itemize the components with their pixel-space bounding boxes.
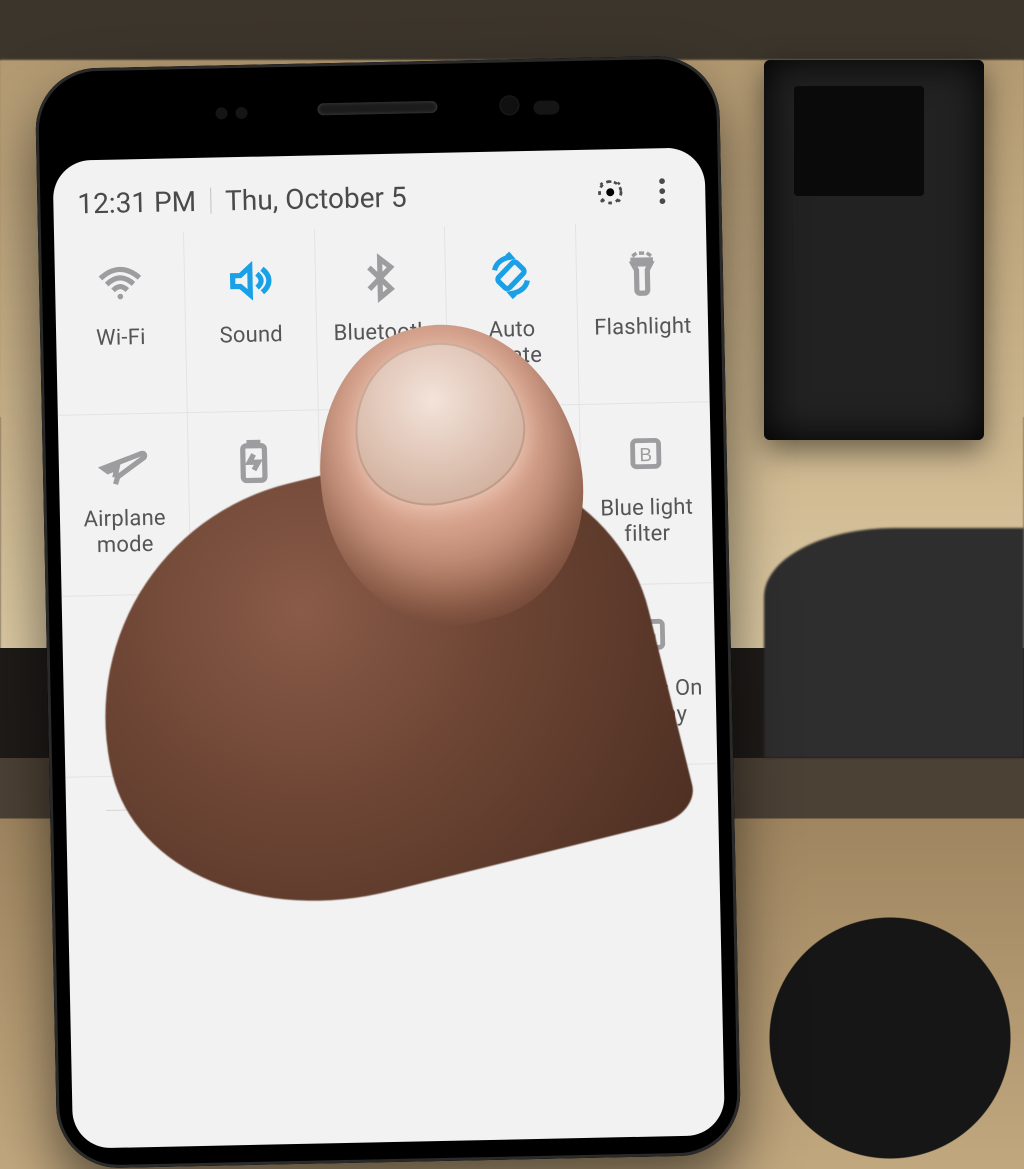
phone-iris-sensor (533, 100, 559, 115)
unknown-icon (486, 428, 543, 485)
status-time: 12:31 PM (77, 184, 196, 219)
background-fabric (764, 528, 1024, 758)
tile-performance-mode[interactable]: ance de (449, 405, 583, 589)
tile-obscured-1[interactable] (319, 408, 453, 592)
tile-power-saving[interactable] (188, 410, 322, 594)
tile-obscured-4[interactable] (322, 589, 456, 773)
phone-sensor (215, 107, 227, 119)
svg-text:B: B (639, 445, 652, 466)
pager-dot (398, 785, 407, 794)
tile-label: Blue light filter (600, 495, 694, 549)
more-options-button[interactable] (643, 172, 682, 211)
blue-light-icon: B (617, 425, 674, 482)
tile-wifi[interactable]: Wi-Fi (54, 232, 188, 416)
tile-auto-rotate[interactable]: Auto rotate (445, 224, 579, 408)
tile-always-on-display[interactable]: Always On Display (583, 583, 717, 767)
tile-airplane-mode[interactable]: Airplane mode (58, 413, 192, 597)
unknown-icon (359, 611, 416, 668)
phone-earpiece (317, 101, 437, 116)
tile-nfc[interactable]: NFC (453, 586, 587, 770)
brightness-track[interactable] (106, 800, 598, 811)
tile-label: Always On Display (598, 675, 703, 729)
tile-obscured-2[interactable] (62, 594, 196, 778)
tile-label: ance de (491, 498, 540, 551)
phone-sensor (235, 107, 247, 119)
tile-label: Wi-Fi (96, 325, 146, 352)
tile-blue-light-filter[interactable]: B Blue light filter (579, 402, 713, 586)
quick-settings-header: 12:31 PM Thu, October 5 (52, 147, 705, 235)
phone-front-camera (499, 95, 519, 115)
always-on-display-icon (621, 606, 678, 663)
bluetooth-icon (352, 250, 409, 307)
chevron-down-icon (648, 784, 679, 815)
phone-frame: 12:31 PM Thu, October 5 Wi-Fi (35, 55, 742, 1169)
background-box (764, 60, 984, 440)
tile-sound[interactable]: Sound (184, 229, 318, 413)
tile-label: Auto rotate (482, 317, 542, 370)
unknown-icon (356, 430, 413, 487)
wifi-icon (91, 255, 148, 312)
flashlight-icon (613, 244, 670, 301)
battery-recycle-icon (225, 433, 282, 490)
tile-label: NFC (498, 679, 541, 706)
collapse-panel-button[interactable] (648, 784, 679, 819)
auto-rotate-icon (482, 247, 539, 304)
status-date: Thu, October 5 (225, 176, 578, 216)
settings-button[interactable] (591, 173, 630, 212)
tile-obscured-3[interactable] (192, 591, 326, 775)
tile-label: Bluetooth (333, 319, 430, 347)
kebab-menu-icon (658, 176, 667, 206)
tile-label: Sound (219, 322, 283, 349)
tile-flashlight[interactable]: Flashlight (576, 221, 710, 405)
header-separator (210, 188, 212, 214)
gear-icon (595, 177, 626, 208)
unknown-icon (229, 614, 286, 671)
airplane-icon (95, 436, 152, 493)
pager-dot-active (377, 785, 386, 794)
unknown-icon (99, 617, 156, 674)
tile-label: Flashlight (594, 314, 692, 342)
sound-icon (222, 252, 279, 309)
quick-settings-grid: Wi-Fi Sound Bluetooth Auto rotate (54, 221, 717, 778)
tile-label: Airplane mode (83, 506, 166, 560)
phone-screen: 12:31 PM Thu, October 5 Wi-Fi (52, 147, 725, 1148)
nfc-icon (490, 609, 547, 666)
tile-bluetooth[interactable]: Bluetooth (315, 227, 449, 411)
background-top-strip (0, 0, 1024, 60)
